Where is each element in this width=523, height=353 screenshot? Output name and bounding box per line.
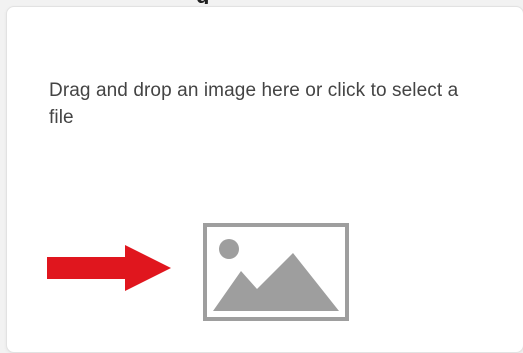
image-placeholder-icon[interactable]: [203, 223, 349, 321]
heading-fragment: g: [196, 0, 220, 4]
dropzone-instructions: Drag and drop an image here or click to …: [49, 80, 459, 128]
image-dropzone[interactable]: Drag and drop an image here or click to …: [6, 6, 523, 353]
red-right-arrow-icon: [47, 245, 171, 291]
